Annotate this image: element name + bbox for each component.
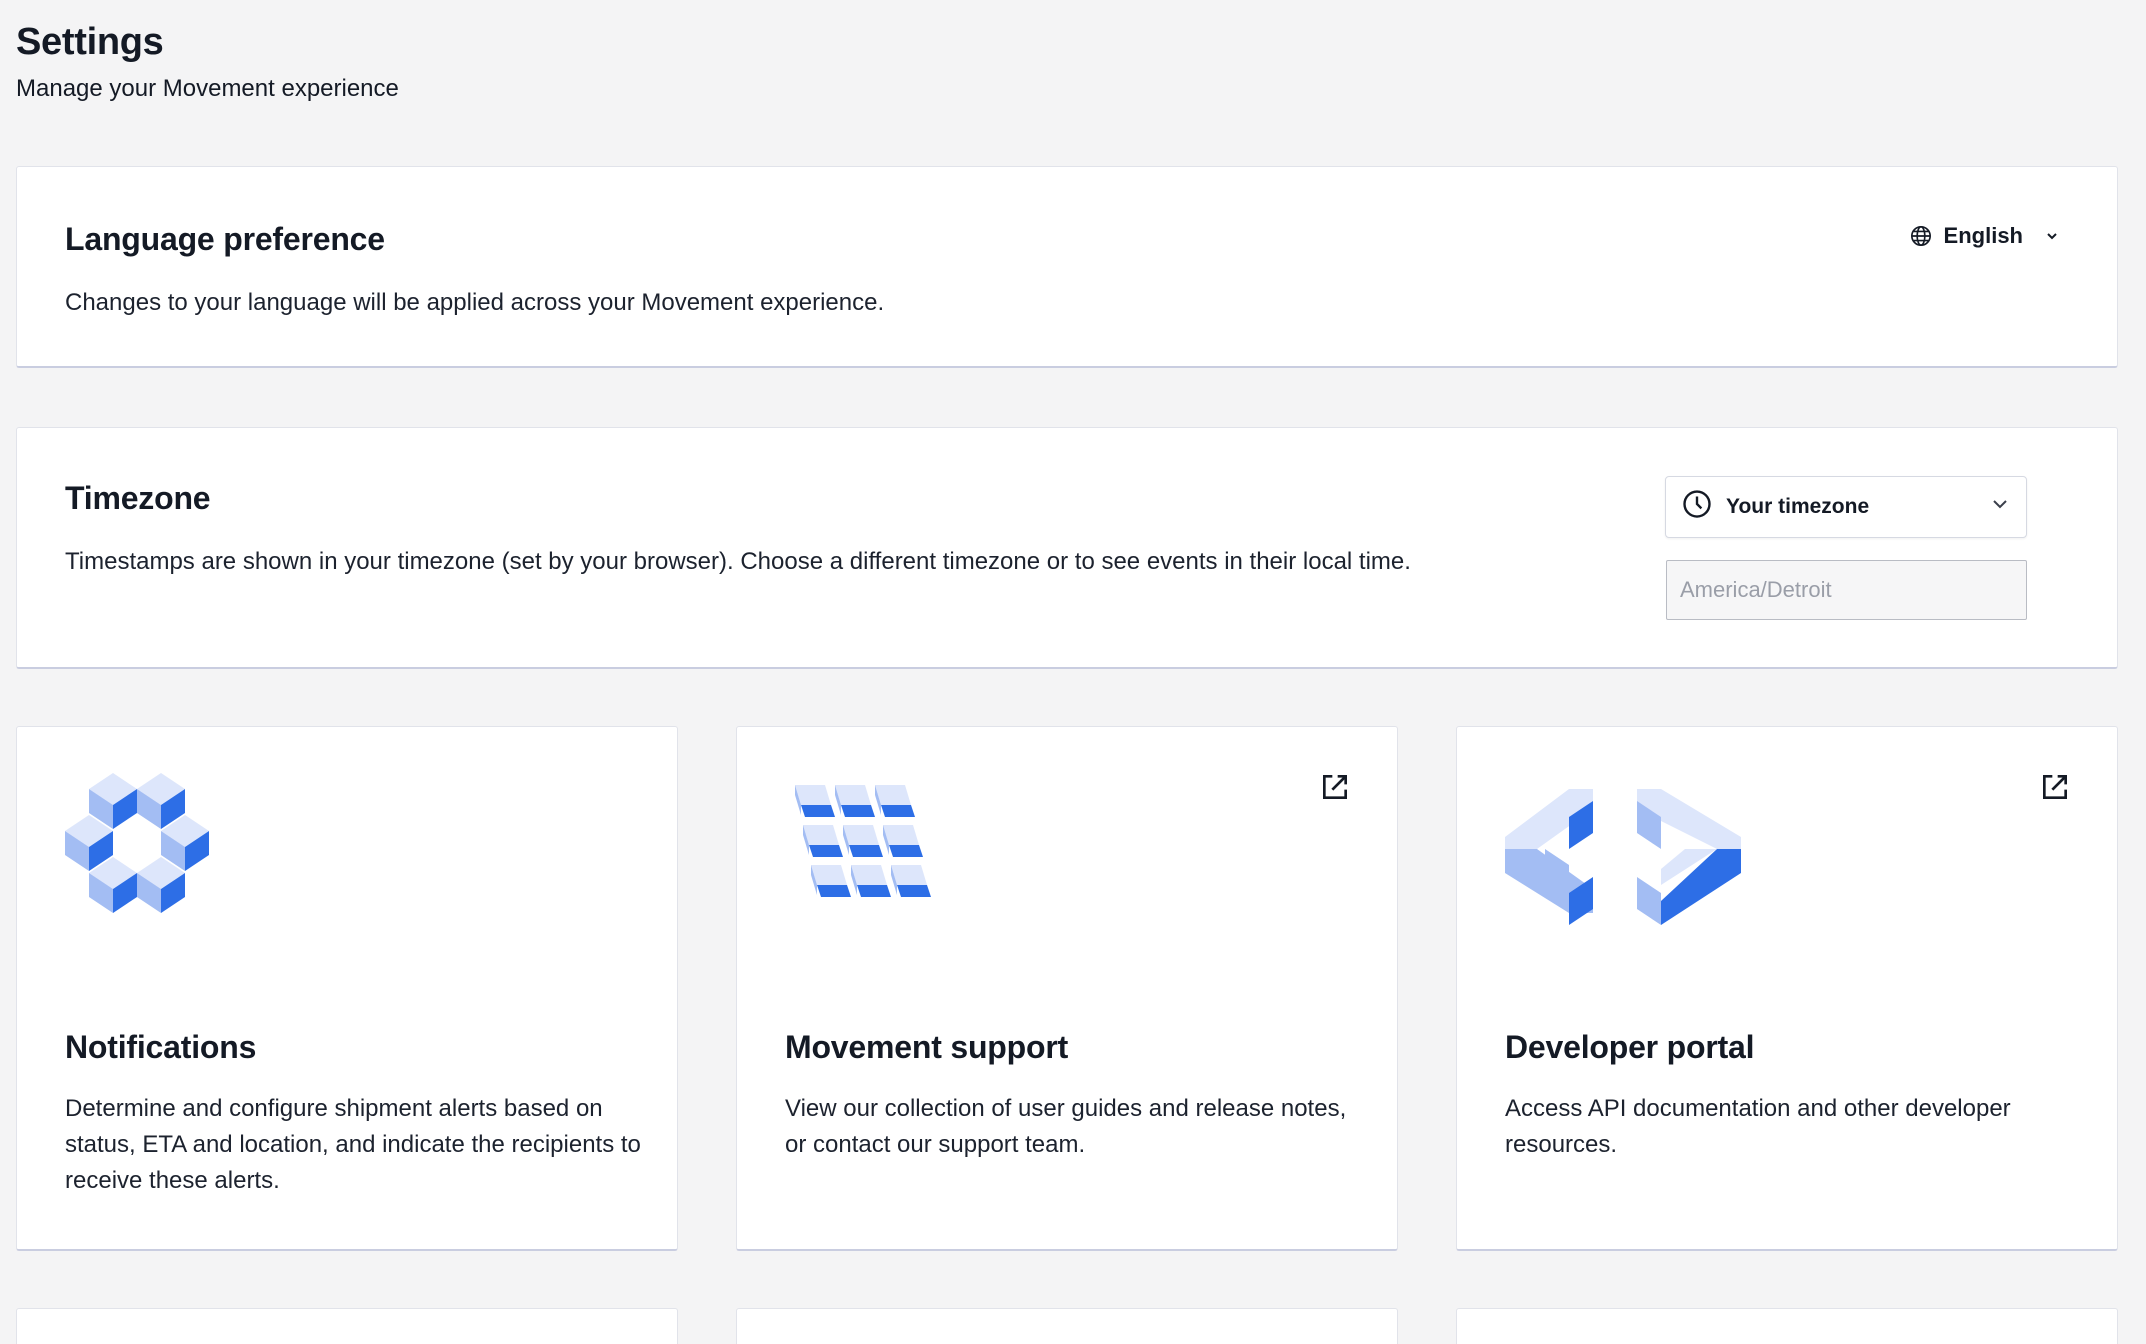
language-card: Language preference Changes to your lang…: [16, 166, 2118, 368]
notifications-title: Notifications: [65, 1029, 257, 1065]
support-card[interactable]: Movement support View our collection of …: [736, 726, 1398, 1251]
language-selected: English: [1943, 223, 2023, 248]
external-link-icon[interactable]: [1319, 771, 1351, 808]
globe-icon: [1910, 225, 1932, 247]
timezone-input[interactable]: [1666, 560, 2027, 620]
timezone-select[interactable]: Your timezone: [1665, 476, 2027, 538]
developer-description: Access API documentation and other devel…: [1505, 1095, 2011, 1158]
developer-code-illustration-icon: [1505, 773, 1745, 930]
developer-title: Developer portal: [1505, 1029, 1755, 1065]
language-description: Changes to your language will be applied…: [65, 289, 885, 316]
page-subtitle: Manage your Movement experience: [16, 75, 399, 102]
language-select[interactable]: English: [1910, 223, 2059, 249]
page-header: Settings Manage your Movement experience: [16, 18, 399, 106]
language-title: Language preference: [65, 221, 385, 257]
support-title: Movement support: [785, 1029, 1069, 1065]
chevron-down-icon: [2045, 229, 2059, 243]
notifications-illustration-icon: [65, 773, 215, 930]
bottom-card[interactable]: [736, 1308, 1398, 1344]
support-illustration-icon: [785, 773, 935, 908]
external-link-icon[interactable]: [2039, 771, 2071, 808]
notifications-card[interactable]: Notifications Determine and configure sh…: [16, 726, 678, 1251]
timezone-selected: Your timezone: [1726, 495, 1870, 518]
timezone-card: Timezone Timestamps are shown in your ti…: [16, 427, 2118, 669]
timezone-title: Timezone: [65, 480, 211, 516]
bottom-card[interactable]: [1456, 1308, 2118, 1344]
notifications-description: Determine and configure shipment alerts …: [65, 1095, 641, 1194]
timezone-description: Timestamps are shown in your timezone (s…: [65, 548, 1411, 575]
bottom-card[interactable]: [16, 1308, 678, 1344]
page-title: Settings: [16, 21, 164, 63]
clock-icon: [1682, 489, 1712, 525]
support-description: View our collection of user guides and r…: [785, 1095, 1347, 1158]
chevron-down-icon: [1990, 494, 2010, 520]
developer-card[interactable]: Developer portal Access API documentatio…: [1456, 726, 2118, 1251]
